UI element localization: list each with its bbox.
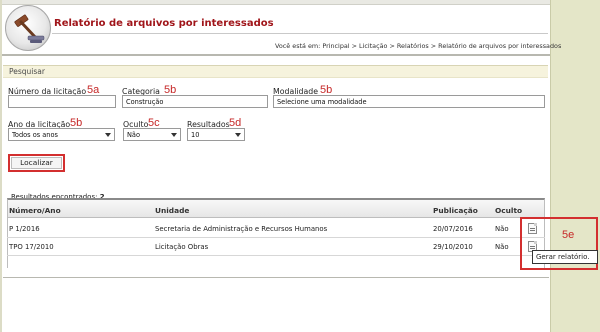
ano-licitacao-select[interactable]: Todos os anos — [8, 128, 115, 141]
section-divider — [2, 54, 550, 56]
bottom-divider — [3, 277, 549, 278]
page-title: Relatório de arquivos por interessados — [54, 18, 274, 29]
chevron-down-icon — [105, 133, 111, 137]
modalidade-select[interactable]: Selecione uma modalidade — [273, 95, 545, 108]
tooltip: Gerar relatório. — [532, 250, 598, 264]
breadcrumb-item-current: Relatório de arquivos por interessados — [438, 42, 562, 50]
resultados-select[interactable]: 10 — [187, 128, 245, 141]
breadcrumb-item-principal[interactable]: Principal — [322, 42, 349, 50]
table-row-divider — [7, 255, 545, 256]
table-cell-numero: P 1/2016 — [9, 225, 40, 233]
column-header-numero[interactable]: Número/Ano — [9, 206, 61, 215]
breadcrumb: Você está em: Principal > Licitação > Re… — [275, 42, 561, 50]
breadcrumb-prefix: Você está em: — [275, 42, 321, 50]
column-header-oculto[interactable]: Oculto — [495, 206, 522, 215]
table-cell-numero: TPO 17/2010 — [9, 243, 54, 251]
left-edge — [0, 0, 2, 332]
table-cell-oculto: Não — [495, 243, 509, 251]
resultados-select-value: 10 — [191, 131, 200, 139]
categoria-select[interactable]: Construção — [122, 95, 268, 108]
oculto-select-value: Não — [127, 131, 141, 139]
table-cell-oculto: Não — [495, 225, 509, 233]
annotation-badge-5e: 5e — [562, 229, 575, 241]
categoria-select-value: Construção — [126, 98, 164, 106]
table-row-divider — [7, 237, 545, 238]
search-section-header: Pesquisar — [3, 65, 548, 78]
table-cell-unidade: Licitação Obras — [155, 243, 209, 251]
breadcrumb-separator: > — [430, 42, 437, 50]
chevron-down-icon — [171, 133, 177, 137]
top-strip — [2, 0, 550, 5]
chevron-down-icon — [235, 133, 241, 137]
column-header-unidade[interactable]: Unidade — [155, 206, 189, 215]
table-cell-unidade: Secretaria de Administração e Recursos H… — [155, 225, 328, 233]
oculto-select[interactable]: Não — [123, 128, 181, 141]
ano-select-value: Todos os anos — [12, 131, 58, 139]
localizar-button[interactable]: Localizar — [11, 157, 62, 169]
breadcrumb-separator: > — [351, 42, 357, 50]
search-section-label: Pesquisar — [9, 67, 45, 76]
header-divider — [52, 33, 548, 34]
breadcrumb-item-relatorios[interactable]: Relatórios — [397, 42, 429, 50]
breadcrumb-separator: > — [389, 42, 395, 50]
numero-licitacao-input[interactable] — [8, 95, 116, 108]
modalidade-select-value: Selecione uma modalidade — [277, 98, 367, 106]
breadcrumb-item-licitacao[interactable]: Licitação — [359, 42, 387, 50]
table-cell-publicacao: 29/10/2010 — [433, 243, 473, 251]
table-cell-publicacao: 20/07/2016 — [433, 225, 473, 233]
gavel-logo-icon — [5, 5, 51, 51]
column-header-publicacao[interactable]: Publicação — [433, 206, 478, 215]
